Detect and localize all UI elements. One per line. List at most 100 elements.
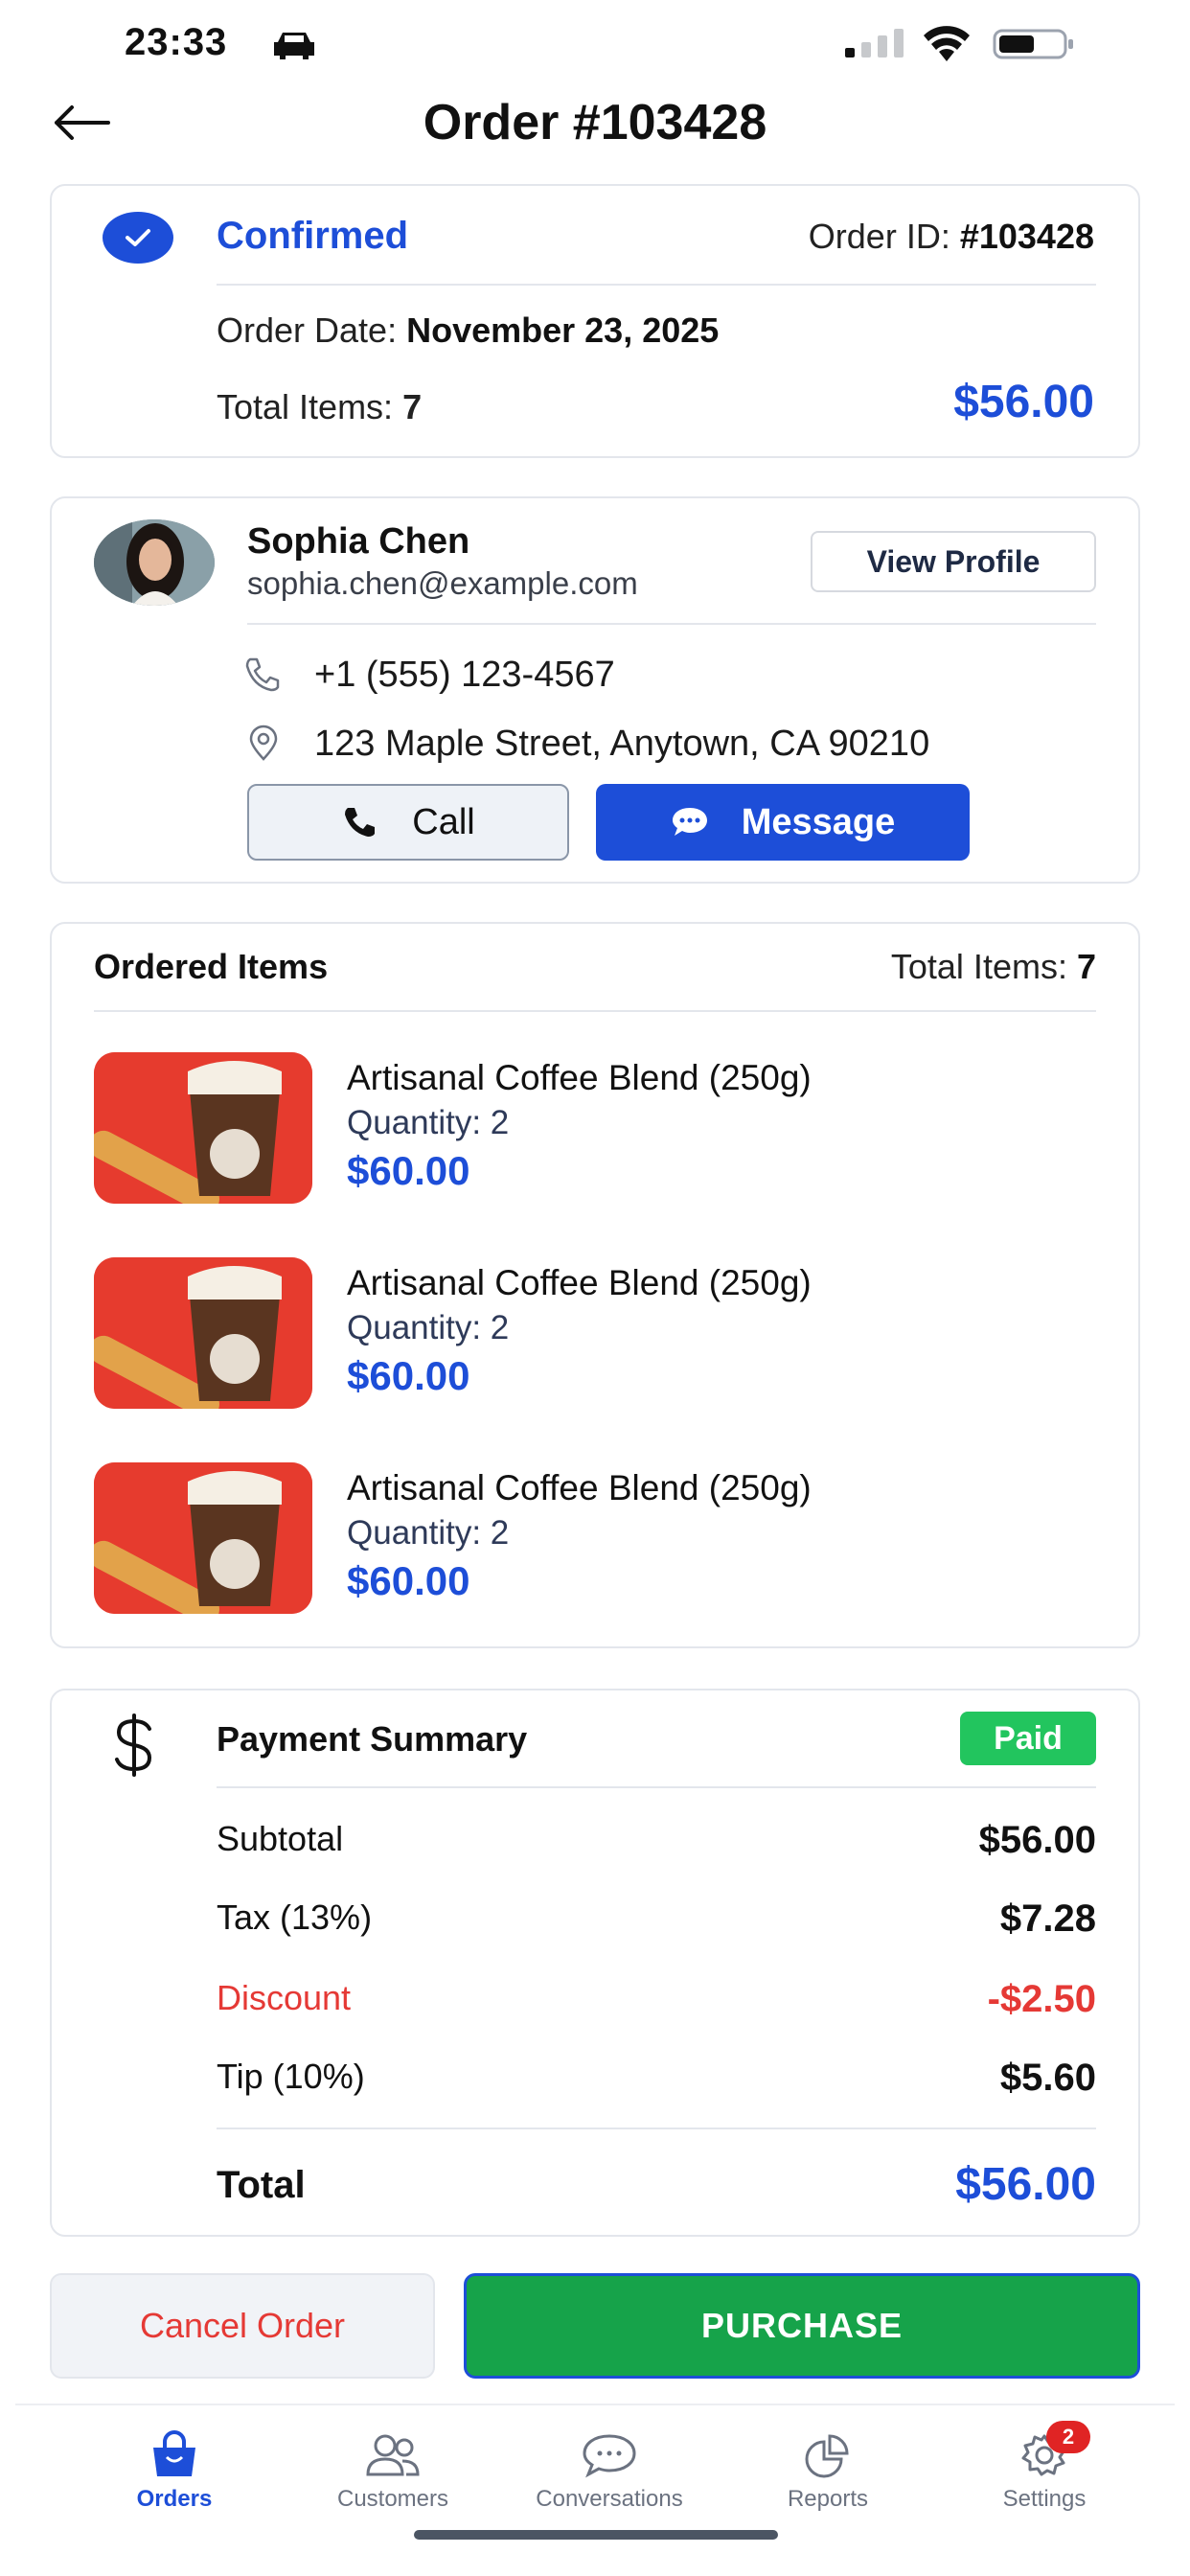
customer-phone: +1 (555) 123-4567 [314,654,615,695]
order-summary-card: Confirmed Order ID: #103428 Order Date: … [50,184,1140,458]
tab-label: Customers [336,2486,449,2512]
item-name: Artisanal Coffee Blend (250g) [347,1058,812,1097]
list-item[interactable]: Artisanal Coffee Blend (250g) Quantity: … [94,1462,1100,1616]
tab-label: Orders [136,2486,213,2512]
order-date-value: November 23, 2025 [406,310,720,350]
order-total-items: Total Items: 7 [217,387,422,427]
view-profile-button[interactable]: View Profile [811,531,1096,592]
customer-phone-row: +1 (555) 123-4567 [245,654,1138,696]
customer-email: sophia.chen@example.com [247,565,638,601]
page-title: Order #103428 [423,95,767,150]
order-total-amount: $56.00 [953,377,1094,427]
tax-value: $7.28 [999,1898,1096,1940]
item-name: Artisanal Coffee Blend (250g) [347,1468,812,1507]
call-button[interactable]: Call [247,784,569,861]
item-quantity: Quantity: 2 [347,1104,510,1141]
message-button[interactable]: Message [596,784,970,861]
order-items-value: 7 [402,387,423,426]
ordered-items-card: Ordered Items Total Items: 7 Artisanal C… [50,922,1140,1648]
ordered-items-title: Ordered Items [94,947,329,986]
purchase-button[interactable]: PURCHASE [464,2273,1140,2379]
phone-icon [345,808,376,837]
payment-summary-card: Payment Summary Paid Subtotal $56.00 Tax… [50,1689,1140,2237]
list-item[interactable]: Artisanal Coffee Blend (250g) Quantity: … [94,1052,1100,1206]
wifi-icon [924,26,970,61]
tab-reports[interactable]: Reports [722,2428,933,2534]
tip-value: $5.60 [999,2057,1096,2099]
order-date-label: Order Date: [217,310,398,350]
total-value: $56.00 [955,2159,1096,2210]
navigation-bar: Order #103428 [0,92,1190,153]
item-name: Artisanal Coffee Blend (250g) [347,1263,812,1302]
order-id: Order ID: #103428 [809,217,1094,257]
ordered-items-total-value: 7 [1076,947,1096,986]
status-badge: Paid [960,1712,1096,1765]
customer-address: 123 Maple Street, Anytown, CA 90210 [314,723,930,764]
divider [217,1786,1096,1788]
phone-icon [245,657,280,692]
divider [94,1010,1096,1012]
ordered-items-total-label: Total Items: [890,947,1067,986]
list-item[interactable]: Artisanal Coffee Blend (250g) Quantity: … [94,1257,1100,1411]
tip-row: Tip (10%) $5.60 [217,2057,1096,2104]
tax-row: Tax (13%) $7.28 [217,1898,1096,1945]
discount-label: Discount [217,1978,352,2017]
item-quantity: Quantity: 2 [347,1514,510,1552]
item-price: $60.00 [347,1353,470,1398]
ordered-items-total: Total Items: 7 [891,947,1096,987]
pie-chart-icon [797,2428,858,2482]
discount-row: Discount -$2.50 [217,1978,1096,2026]
avatar [94,519,215,606]
order-id-label: Order ID: [808,217,950,256]
home-indicator [414,2530,778,2540]
call-button-label: Call [412,801,475,842]
gear-icon: 2 [1014,2421,1090,2482]
status-bar: 23:33 [0,0,1190,92]
chat-bubble-icon [672,808,707,836]
tab-orders[interactable]: Orders [69,2428,280,2534]
order-id-value: #103428 [959,217,1094,256]
item-quantity: Quantity: 2 [347,1309,510,1346]
divider [247,623,1096,625]
cancel-order-button[interactable]: Cancel Order [50,2273,435,2379]
payment-summary-title: Payment Summary [217,1719,528,1759]
tab-conversations[interactable]: Conversations [504,2428,715,2534]
tab-label: Settings [1002,2486,1087,2512]
product-image [94,1462,312,1614]
total-row: Total $56.00 [217,2159,1096,2216]
discount-value: -$2.50 [987,1978,1096,2020]
message-button-label: Message [741,801,896,842]
cellular-signal-icon [845,29,904,58]
subtotal-row: Subtotal $56.00 [217,1819,1096,1867]
tab-label: Conversations [536,2486,683,2512]
subtotal-value: $56.00 [978,1819,1096,1861]
tip-label: Tip (10%) [217,2057,365,2096]
users-icon [362,2428,423,2482]
product-image [94,1052,312,1204]
chat-icon [579,2428,640,2482]
customer-name: Sophia Chen [247,521,470,562]
tab-label: Reports [787,2486,869,2512]
item-price: $60.00 [347,1148,470,1193]
divider [217,2128,1096,2129]
tab-settings[interactable]: 2 Settings [939,2421,1150,2534]
order-date: Order Date: November 23, 2025 [217,310,719,351]
product-image [94,1257,312,1409]
customer-card: Sophia Chen sophia.chen@example.com View… [50,496,1140,884]
item-price: $60.00 [347,1558,470,1603]
order-items-label: Total Items: [217,387,394,426]
total-label: Total [217,2164,306,2206]
tab-customers[interactable]: Customers [287,2428,498,2534]
location-pin-icon [249,724,278,761]
customer-address-row: 123 Maple Street, Anytown, CA 90210 [247,723,1138,765]
shopping-bag-icon [144,2428,205,2482]
subtotal-label: Subtotal [217,1819,344,1858]
notification-badge: 2 [1046,2421,1090,2453]
tax-label: Tax (13%) [217,1898,373,1937]
dollar-icon [115,1714,152,1777]
car-icon [274,33,314,59]
checkmark-icon [103,212,173,264]
divider [217,284,1096,286]
status-time: 23:33 [125,21,228,63]
battery-icon [993,29,1073,59]
